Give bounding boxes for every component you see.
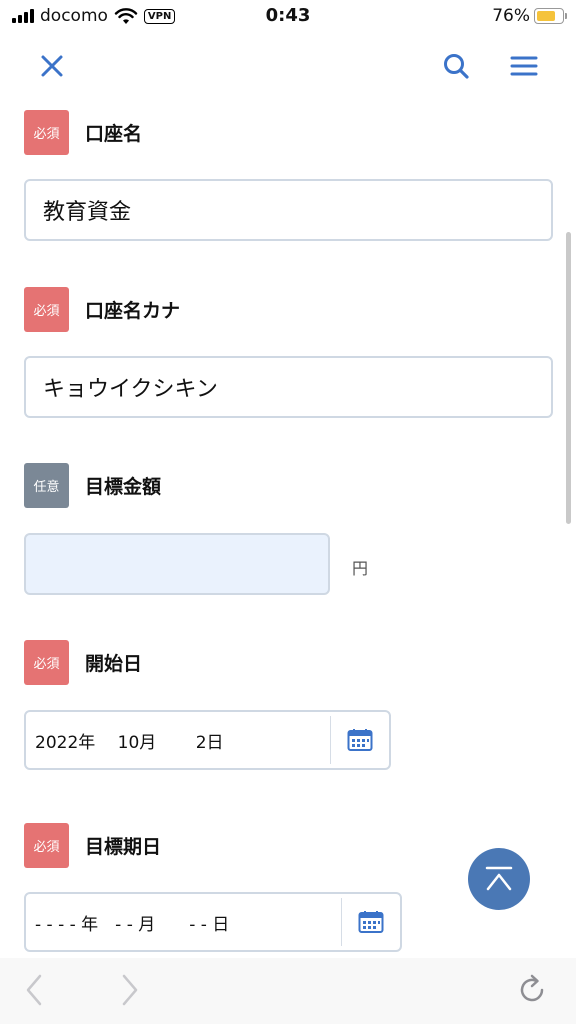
- status-right: 76%: [492, 6, 567, 26]
- start-date-label-row: 必須 開始日: [24, 640, 142, 685]
- account-name-label: 口座名: [85, 123, 143, 145]
- calendar-icon: [347, 729, 373, 751]
- target-date-calendar-button[interactable]: [342, 894, 400, 950]
- start-date-calendar-button[interactable]: [331, 712, 389, 768]
- search-icon: [444, 54, 469, 79]
- search-button[interactable]: [438, 48, 474, 84]
- account-name-label-row: 必須 口座名: [24, 110, 142, 155]
- close-button[interactable]: [34, 48, 70, 84]
- browser-toolbar: [0, 958, 576, 1024]
- status-bar: docomo VPN 0:43 76%: [0, 0, 576, 34]
- forward-button[interactable]: [112, 972, 148, 1008]
- menu-button[interactable]: [506, 48, 542, 84]
- scroll-to-top-button[interactable]: [468, 848, 530, 910]
- close-icon: [41, 55, 63, 77]
- battery-icon: [534, 8, 567, 24]
- target-amount-input[interactable]: [24, 533, 330, 595]
- app-header: [0, 34, 576, 98]
- reload-button[interactable]: [515, 972, 551, 1008]
- status-time: 0:43: [265, 5, 311, 26]
- optional-badge: 任意: [24, 463, 69, 508]
- required-badge: 必須: [24, 823, 69, 868]
- scrollbar[interactable]: [566, 232, 571, 524]
- start-date-input[interactable]: 2022年 10月 2日: [24, 710, 391, 770]
- yen-unit: 円: [352, 559, 369, 578]
- battery-level-fill: [537, 11, 556, 21]
- arrow-up-to-top-icon: [485, 866, 513, 891]
- chevron-right-icon: [122, 974, 138, 1006]
- target-amount-label: 目標金額: [85, 476, 162, 498]
- account-kana-label-row: 必須 口座名カナ: [24, 287, 180, 332]
- back-button[interactable]: [16, 972, 52, 1008]
- account-name-input[interactable]: 教育資金: [24, 179, 553, 241]
- target-date-label: 目標期日: [85, 836, 162, 858]
- required-badge: 必須: [24, 110, 69, 155]
- target-amount-label-row: 任意 目標金額: [24, 463, 161, 508]
- start-date-value: 2022年 10月 2日: [35, 732, 224, 753]
- hamburger-menu-icon: [510, 56, 538, 76]
- target-date-label-row: 必須 目標期日: [24, 823, 161, 868]
- start-date-label: 開始日: [85, 653, 143, 675]
- account-kana-label: 口座名カナ: [85, 300, 181, 322]
- target-date-value: - - - - 年 - - 月 - - 日: [35, 914, 230, 935]
- chevron-left-icon: [26, 974, 42, 1006]
- battery-percent: 76%: [492, 6, 530, 26]
- target-date-input[interactable]: - - - - 年 - - 月 - - 日: [24, 892, 402, 952]
- reload-icon: [520, 974, 544, 1002]
- account-kana-input[interactable]: キョウイクシキン: [24, 356, 553, 418]
- calendar-icon: [358, 911, 384, 933]
- required-badge: 必須: [24, 640, 69, 685]
- required-badge: 必須: [24, 287, 69, 332]
